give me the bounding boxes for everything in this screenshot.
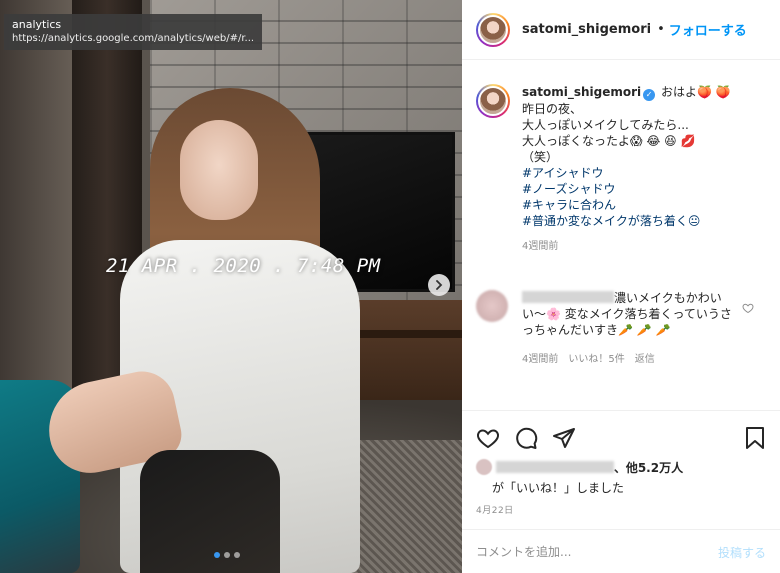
post-caption: satomi_shigemori ✓ おはよ🍑 🍑 昨日の夜、 大人っぽいメイクし… — [476, 84, 772, 255]
caption-line: 昨日の夜、 — [522, 102, 583, 116]
hashtag-link[interactable]: #キャラに合わん — [522, 197, 731, 213]
person-face — [180, 120, 258, 220]
heart-icon — [477, 429, 499, 449]
follow-button[interactable]: フォローする — [669, 20, 747, 39]
header-separator: • — [657, 22, 665, 37]
caption-username[interactable]: satomi_shigemori — [522, 85, 641, 99]
likes-summary: 、他5.2万人 が「いいね！」しました — [476, 459, 766, 496]
comment-input[interactable] — [476, 545, 718, 559]
share-button[interactable] — [552, 426, 576, 450]
carousel-dots — [214, 552, 240, 558]
reply-button[interactable]: 返信 — [635, 352, 655, 368]
hashtag-link[interactable]: #ノーズシャドウ — [522, 181, 731, 197]
comment-time[interactable]: 4週間前 — [522, 352, 558, 368]
likes-suffix: が「いいね！」しました — [492, 481, 625, 495]
header-username[interactable]: satomi_shigemori — [522, 22, 651, 37]
caption-avatar[interactable] — [476, 84, 510, 118]
tooltip-url: https://analytics.google.com/analytics/w… — [12, 33, 254, 44]
link-tooltip: analytics https://analytics.google.com/a… — [4, 14, 262, 50]
avatar[interactable] — [476, 12, 510, 47]
verified-badge-icon: ✓ — [643, 89, 656, 101]
comment-meta: 4週間前 いいね！5件 返信 — [522, 352, 742, 368]
tooltip-title: analytics — [12, 18, 62, 31]
comment-item: 濃いメイクもかわいい〜🌸 変なメイク落ち着くっていうさっちゃんだいすき🥕 🥕 🥕… — [476, 290, 772, 368]
post-header: satomi_shigemori • フォローする — [462, 0, 780, 60]
caption-line: （笑） — [522, 150, 559, 164]
carousel-dot — [214, 552, 220, 558]
paper-plane-icon — [553, 428, 575, 448]
caption-time[interactable]: 4週間前 — [522, 239, 731, 255]
caption-line: 大人っぽいメイクしてみたら... — [522, 118, 689, 132]
comment-bubble-icon — [516, 427, 538, 449]
post-photo[interactable]: 21 APR . 2020 . 7:48 PM analytics https:… — [0, 0, 462, 573]
likes-count[interactable]: 、他5.2万人 — [614, 461, 683, 475]
add-comment-bar: 投稿する — [462, 529, 780, 573]
photo-timestamp: 21 APR . 2020 . 7:48 PM — [106, 255, 381, 277]
post-comment-button[interactable]: 投稿する — [718, 544, 766, 561]
post-panel: satomi_shigemori • フォローする satomi_shigemo… — [462, 0, 780, 573]
caption-line: おはよ🍑 🍑 — [660, 85, 731, 99]
hashtag-link[interactable]: #アイシャドウ — [522, 165, 731, 181]
bookmark-icon — [746, 427, 764, 449]
person-shorts — [140, 450, 280, 573]
post-actions-section: 、他5.2万人 が「いいね！」しました 4月22日 投稿する — [462, 410, 780, 573]
chevron-right-icon — [436, 280, 443, 290]
carousel-dot — [224, 552, 230, 558]
caption-line: 大人っぽくなったよ😱 😂 😆 💋 — [522, 134, 696, 148]
save-button[interactable] — [744, 426, 766, 450]
comment-likes[interactable]: いいね！5件 — [568, 352, 624, 368]
carousel-next-button[interactable] — [428, 274, 450, 296]
carousel-dot — [234, 552, 240, 558]
comment-button[interactable] — [514, 426, 538, 450]
commenter-username-redacted — [522, 291, 614, 303]
caption-first-line: satomi_shigemori ✓ おはよ🍑 🍑 — [522, 84, 731, 101]
comment-text: 濃いメイクもかわ — [614, 291, 710, 305]
commenter-avatar[interactable] — [476, 290, 508, 322]
like-button[interactable] — [476, 426, 500, 450]
action-bar — [476, 425, 766, 451]
post-date[interactable]: 4月22日 — [476, 503, 514, 516]
liker-username-redacted — [495, 461, 614, 473]
comment-like-heart-icon[interactable] — [742, 302, 754, 314]
hashtag-link[interactable]: #普通か変なメイクが落ち着く😐 — [522, 213, 731, 229]
liker-avatar[interactable] — [476, 459, 492, 475]
